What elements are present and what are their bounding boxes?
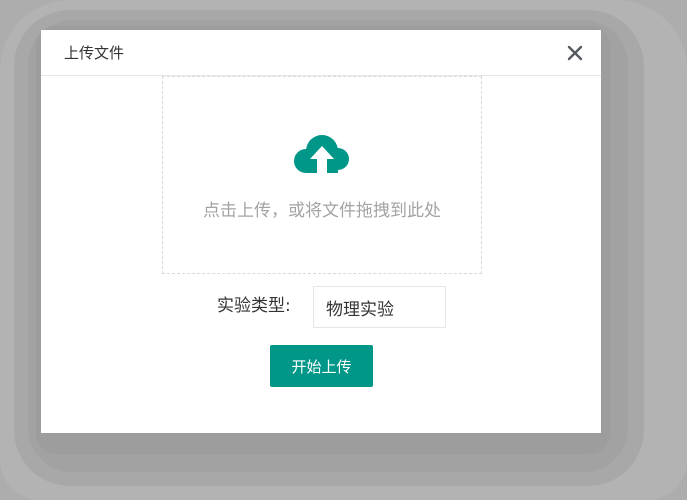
cloud-upload-icon (292, 133, 352, 177)
experiment-type-label: 实验类型: (217, 296, 291, 316)
upload-hint: 点击上传，或将文件拖拽到此处 (163, 201, 481, 221)
upload-dropzone[interactable]: 点击上传，或将文件拖拽到此处 (162, 76, 482, 274)
dialog-header: 上传文件 (41, 30, 601, 76)
upload-dialog: 上传文件 点击上传，或将文件拖拽到此处 实验类型: 开始上传 (41, 30, 601, 433)
dialog-title: 上传文件 (64, 44, 124, 62)
experiment-type-input[interactable] (313, 286, 446, 328)
start-upload-button[interactable]: 开始上传 (270, 345, 373, 387)
close-icon[interactable] (565, 43, 585, 63)
